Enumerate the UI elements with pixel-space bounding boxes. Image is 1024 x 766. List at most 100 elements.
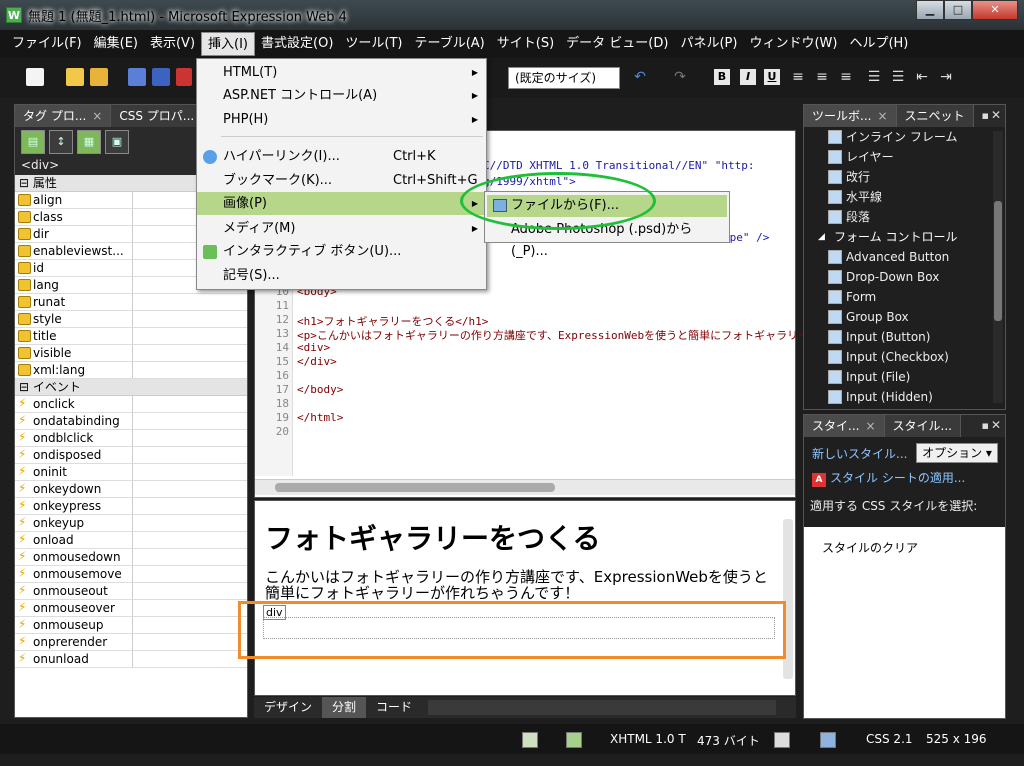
menu-table[interactable]: テーブル(A) <box>409 32 491 56</box>
italic-button[interactable]: I <box>740 69 756 85</box>
menu-item-image[interactable]: 画像(P) ▶ <box>197 192 486 215</box>
pin-icon[interactable]: ▪ <box>982 109 989 122</box>
event-row[interactable]: ⚡ ondatabinding <box>15 413 247 430</box>
font-size-select[interactable]: (既定のサイズ) <box>508 67 620 89</box>
horizontal-scrollbar[interactable] <box>255 479 795 495</box>
tab-split[interactable]: 分割 <box>322 697 367 718</box>
tab-tag-properties[interactable]: タグ プロ... × <box>15 105 112 127</box>
menu-item-php[interactable]: PHP(H) ▶ <box>197 108 486 131</box>
doctype-status[interactable]: XHTML 1.0 T <box>610 732 686 746</box>
toolbox-item[interactable]: Group Box <box>804 307 1005 327</box>
align-center-icon[interactable]: ≡ <box>814 68 830 86</box>
tab-css-properties[interactable]: CSS プロパ... <box>111 105 204 127</box>
event-row[interactable]: ⚡ ondisposed <box>15 447 247 464</box>
schema-icon[interactable] <box>820 732 836 748</box>
events-group[interactable]: ⊟ イベント <box>15 379 247 396</box>
event-row[interactable]: ⚡ ondblclick <box>15 430 247 447</box>
event-row[interactable]: ⚡ onmousemove <box>15 566 247 583</box>
event-row[interactable]: ⚡ onmouseout <box>15 583 247 600</box>
options-button[interactable]: オプション ▾ <box>916 443 998 463</box>
align-right-icon[interactable]: ≡ <box>838 68 854 86</box>
menu-item-hyperlink[interactable]: ハイパーリンク(I)... Ctrl+K <box>197 145 486 168</box>
toolbox-item[interactable]: 水平線 <box>804 187 1005 207</box>
minimize-button[interactable]: ▁ <box>916 0 944 20</box>
bulleted-list-icon[interactable]: ☰ <box>890 68 906 86</box>
attribute-row[interactable]: style <box>15 311 247 328</box>
menu-item-interactive-button[interactable]: インタラクティブ ボタン(U)... <box>197 240 486 263</box>
open-folder-icon[interactable] <box>66 68 84 86</box>
menu-item-html[interactable]: HTML(T) ▶ <box>197 61 486 84</box>
align-left-icon[interactable]: ≡ <box>790 68 806 86</box>
show-set-properties-icon[interactable]: ▦ <box>77 130 101 154</box>
design-view[interactable]: フォトギャラリーをつくる こんかいはフォトギャラリーの作り方講座です、Expre… <box>254 500 796 696</box>
event-row[interactable]: ⚡ onkeydown <box>15 481 247 498</box>
menu-item-bookmark[interactable]: ブックマーク(K)... Ctrl+Shift+G <box>197 169 486 192</box>
toolbox-item[interactable]: 段落 <box>804 207 1005 227</box>
attach-style-sheet-link[interactable]: A スタイル シートの適用... <box>812 469 965 487</box>
css-version-status[interactable]: CSS 2.1 <box>866 732 913 746</box>
close-icon[interactable]: ✕ <box>991 418 1001 432</box>
menu-panels[interactable]: パネル(P) <box>674 32 743 56</box>
toolbox-group-header[interactable]: ◢ フォーム コントロール <box>804 227 1005 247</box>
attribute-row[interactable]: visible <box>15 345 247 362</box>
indent-icon[interactable]: ⇥ <box>938 68 954 86</box>
toolbox-item[interactable]: Input (Hidden) <box>804 387 1005 407</box>
close-icon[interactable]: × <box>92 109 102 123</box>
close-icon[interactable]: × <box>865 419 875 433</box>
menu-view[interactable]: 表示(V) <box>144 32 201 56</box>
event-row[interactable]: ⚡ onunload <box>15 651 247 668</box>
close-icon[interactable]: ✕ <box>991 108 1001 122</box>
menu-site[interactable]: サイト(S) <box>491 32 560 56</box>
event-row[interactable]: ⚡ onmousedown <box>15 549 247 566</box>
attribute-row[interactable]: xml:lang <box>15 362 247 379</box>
menu-file[interactable]: ファイル(F) <box>6 32 88 56</box>
tab-apply-styles[interactable]: スタイ... × <box>804 415 885 437</box>
tab-design[interactable]: デザイン <box>254 697 322 718</box>
save-icon[interactable] <box>128 68 146 86</box>
toolbox-item[interactable]: Advanced Button <box>804 247 1005 267</box>
menu-window[interactable]: ウィンドウ(W) <box>743 32 843 56</box>
categorized-view-icon[interactable]: ▤ <box>21 130 45 154</box>
folder-icon[interactable] <box>90 68 108 86</box>
undo-icon[interactable]: ↶ <box>632 68 648 86</box>
save-all-icon[interactable] <box>152 68 170 86</box>
maximize-button[interactable]: □ <box>944 0 972 20</box>
event-row[interactable]: ⚡ onmouseover <box>15 600 247 617</box>
attribute-row[interactable]: runat <box>15 294 247 311</box>
tab-manage-styles[interactable]: スタイル... <box>884 415 961 437</box>
event-row[interactable]: ⚡ oninit <box>15 464 247 481</box>
close-icon[interactable]: × <box>877 109 887 123</box>
outdent-icon[interactable]: ⇤ <box>914 68 930 86</box>
compatibility-icon[interactable] <box>774 732 790 748</box>
bold-button[interactable]: B <box>714 69 730 85</box>
redo-icon[interactable]: ↷ <box>672 68 688 86</box>
style-application-icon[interactable] <box>566 732 582 748</box>
pin-icon[interactable]: ▪ <box>982 419 989 432</box>
new-style-link[interactable]: 新しいスタイル... <box>812 445 907 462</box>
menu-insert[interactable]: 挿入(I) <box>201 32 256 56</box>
toolbox-item[interactable]: インライン フレーム <box>804 127 1005 147</box>
menu-item-symbol[interactable]: 記号(S)... <box>197 264 486 287</box>
close-window-button[interactable]: ✕ <box>972 0 1018 20</box>
menu-format[interactable]: 書式設定(O) <box>255 32 339 56</box>
numbered-list-icon[interactable]: ☰ <box>866 68 882 86</box>
toolbox-item[interactable]: Input (Checkbox) <box>804 347 1005 367</box>
toolbox-item[interactable]: Form <box>804 287 1005 307</box>
menu-item-aspnet[interactable]: ASP.NET コントロール(A) ▶ <box>197 84 486 107</box>
attribute-row[interactable]: title <box>15 328 247 345</box>
underline-button[interactable]: U <box>764 69 780 85</box>
event-row[interactable]: ⚡ onkeypress <box>15 498 247 515</box>
menu-edit[interactable]: 編集(E) <box>88 32 144 56</box>
toolbox-scrollbar[interactable] <box>993 131 1003 403</box>
tab-snippets[interactable]: スニペット <box>896 105 974 127</box>
view-scrollbar[interactable] <box>428 700 776 715</box>
sort-az-icon[interactable]: ↕ <box>49 130 73 154</box>
page-dimensions-status[interactable]: 525 x 196 <box>926 732 987 746</box>
menu-tools[interactable]: ツール(T) <box>339 32 408 56</box>
photoshop-icon[interactable] <box>176 68 192 86</box>
toolbox-item[interactable]: Input (File) <box>804 367 1005 387</box>
toolbox-item[interactable]: 改行 <box>804 167 1005 187</box>
scroll-thumb[interactable] <box>275 483 555 492</box>
event-row[interactable]: ⚡ onprerender <box>15 634 247 651</box>
toolbox-item[interactable]: レイヤー <box>804 147 1005 167</box>
